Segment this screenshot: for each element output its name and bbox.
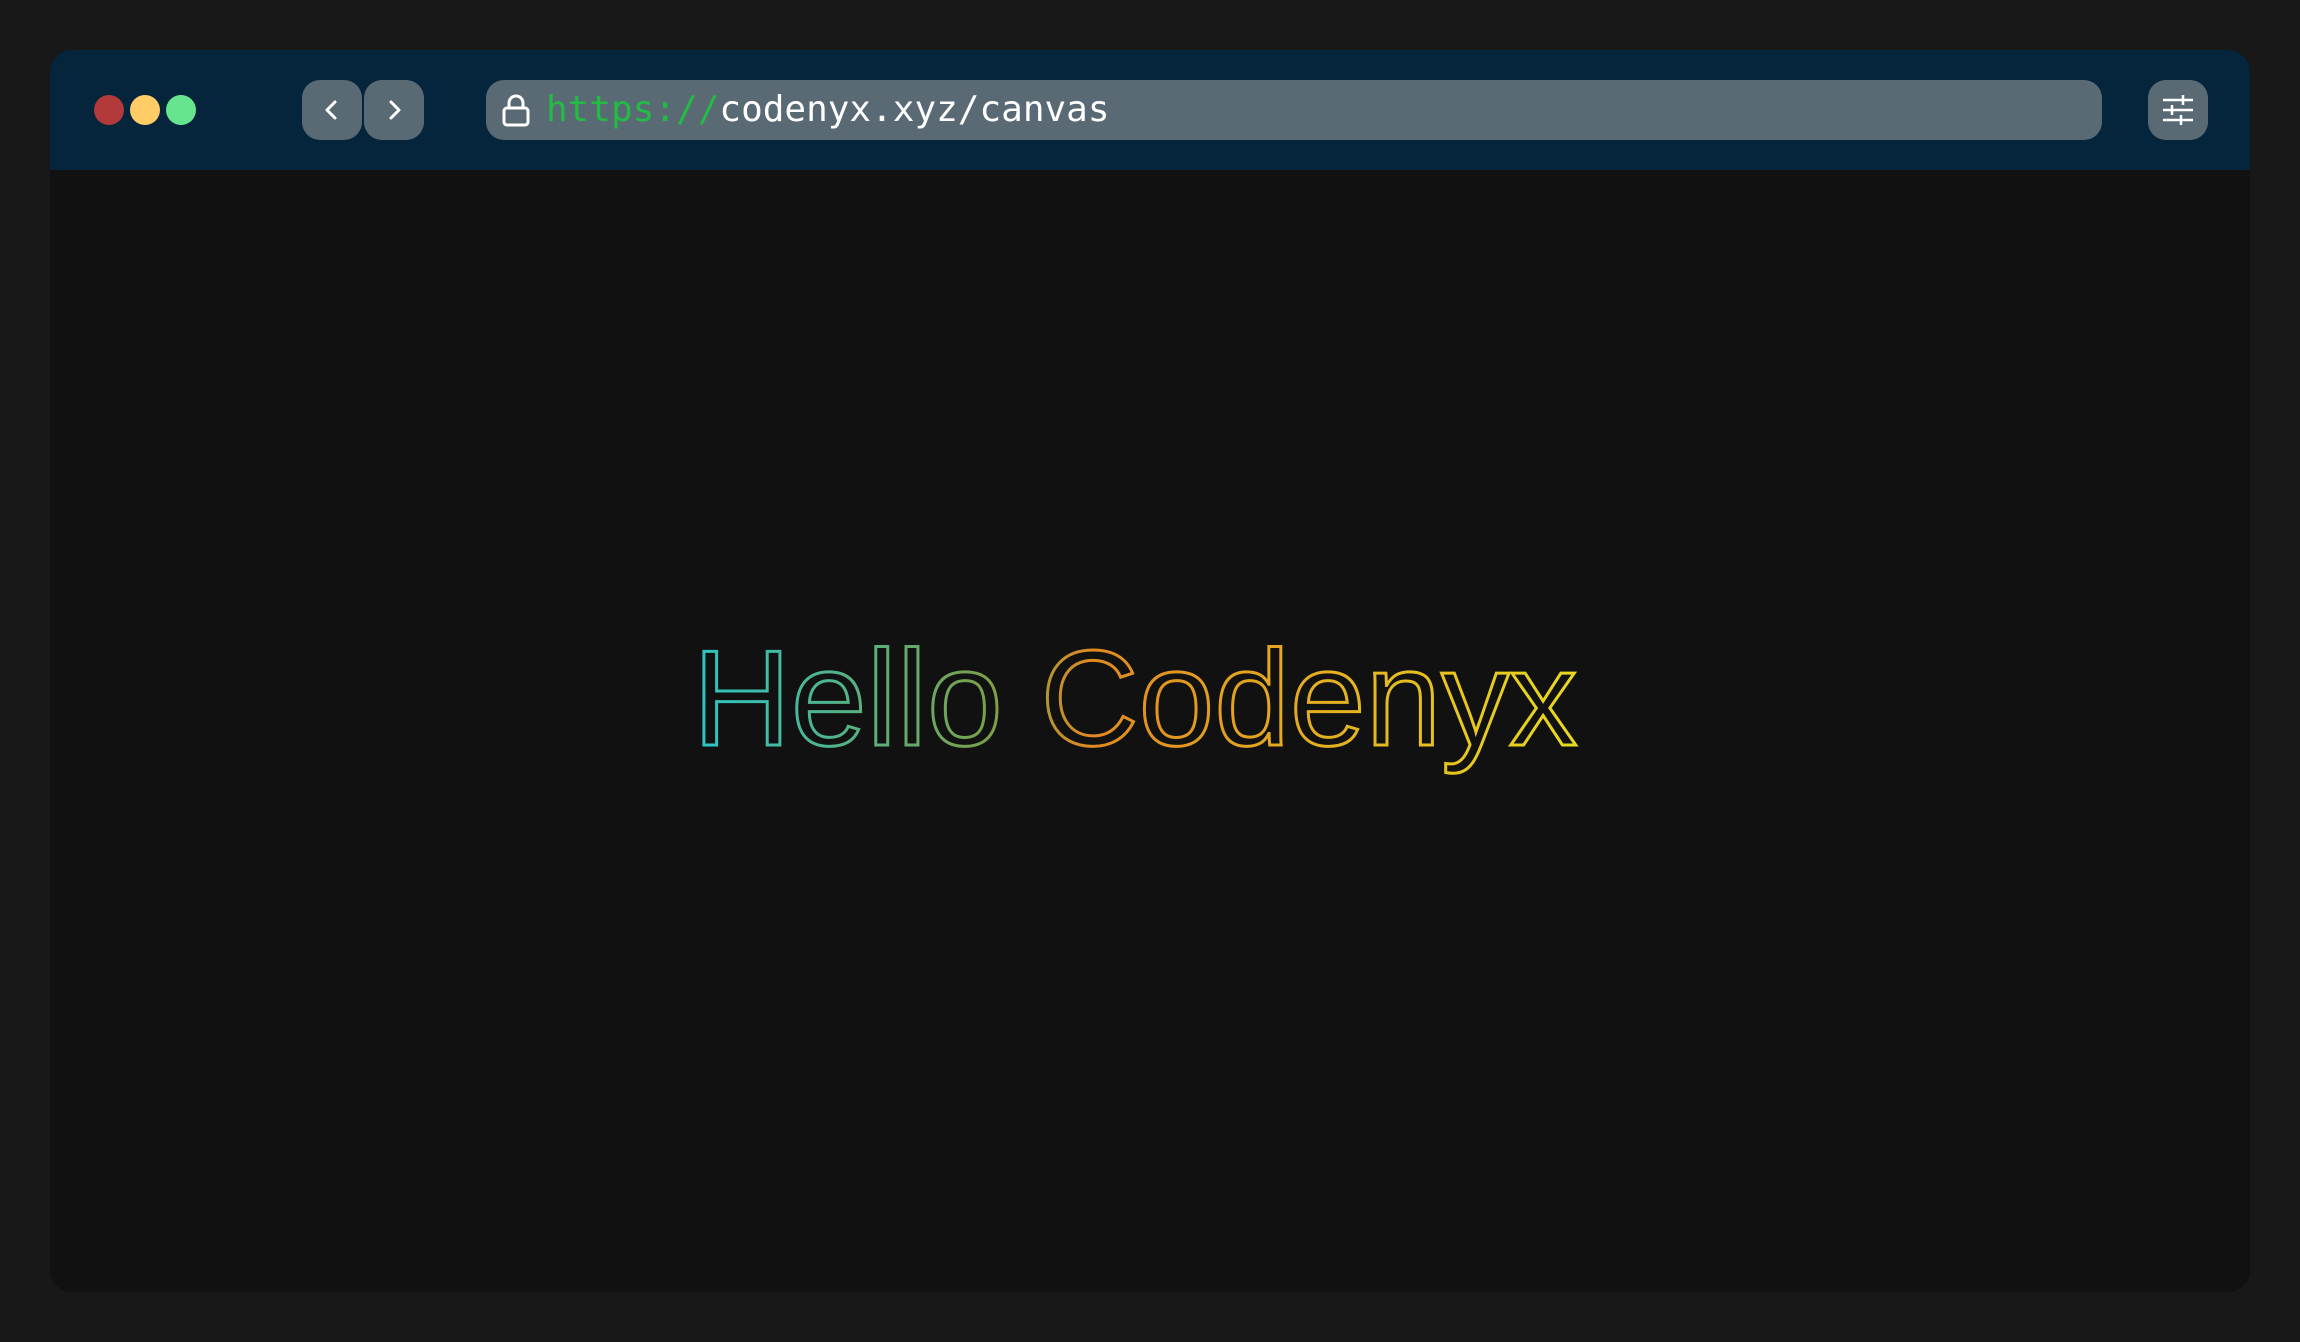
browser-window: https://codenyx.xyz/canvas Hello Codenyx (50, 50, 2250, 1292)
url-scheme: https:// (546, 89, 720, 130)
sliders-icon (2163, 95, 2193, 125)
canvas-drawing: Hello Codenyx (691, 621, 1578, 776)
close-window-button[interactable] (94, 95, 124, 125)
chevron-right-icon (389, 100, 401, 120)
chevron-left-icon (325, 100, 337, 120)
page-canvas: Hello Codenyx (50, 170, 2250, 1292)
lock-icon (502, 94, 530, 127)
url-path: codenyx.xyz/canvas (719, 89, 1110, 130)
hello-codenyx-text: Hello Codenyx (693, 622, 1577, 774)
maximize-window-button[interactable] (166, 95, 196, 125)
titlebar: https://codenyx.xyz/canvas (50, 50, 2250, 170)
settings-button[interactable] (2148, 80, 2208, 140)
address-bar[interactable]: https://codenyx.xyz/canvas (486, 80, 2102, 140)
back-button[interactable] (302, 80, 362, 140)
url-text[interactable]: https://codenyx.xyz/canvas (546, 80, 1110, 140)
forward-button[interactable] (364, 80, 424, 140)
minimize-window-button[interactable] (130, 95, 160, 125)
